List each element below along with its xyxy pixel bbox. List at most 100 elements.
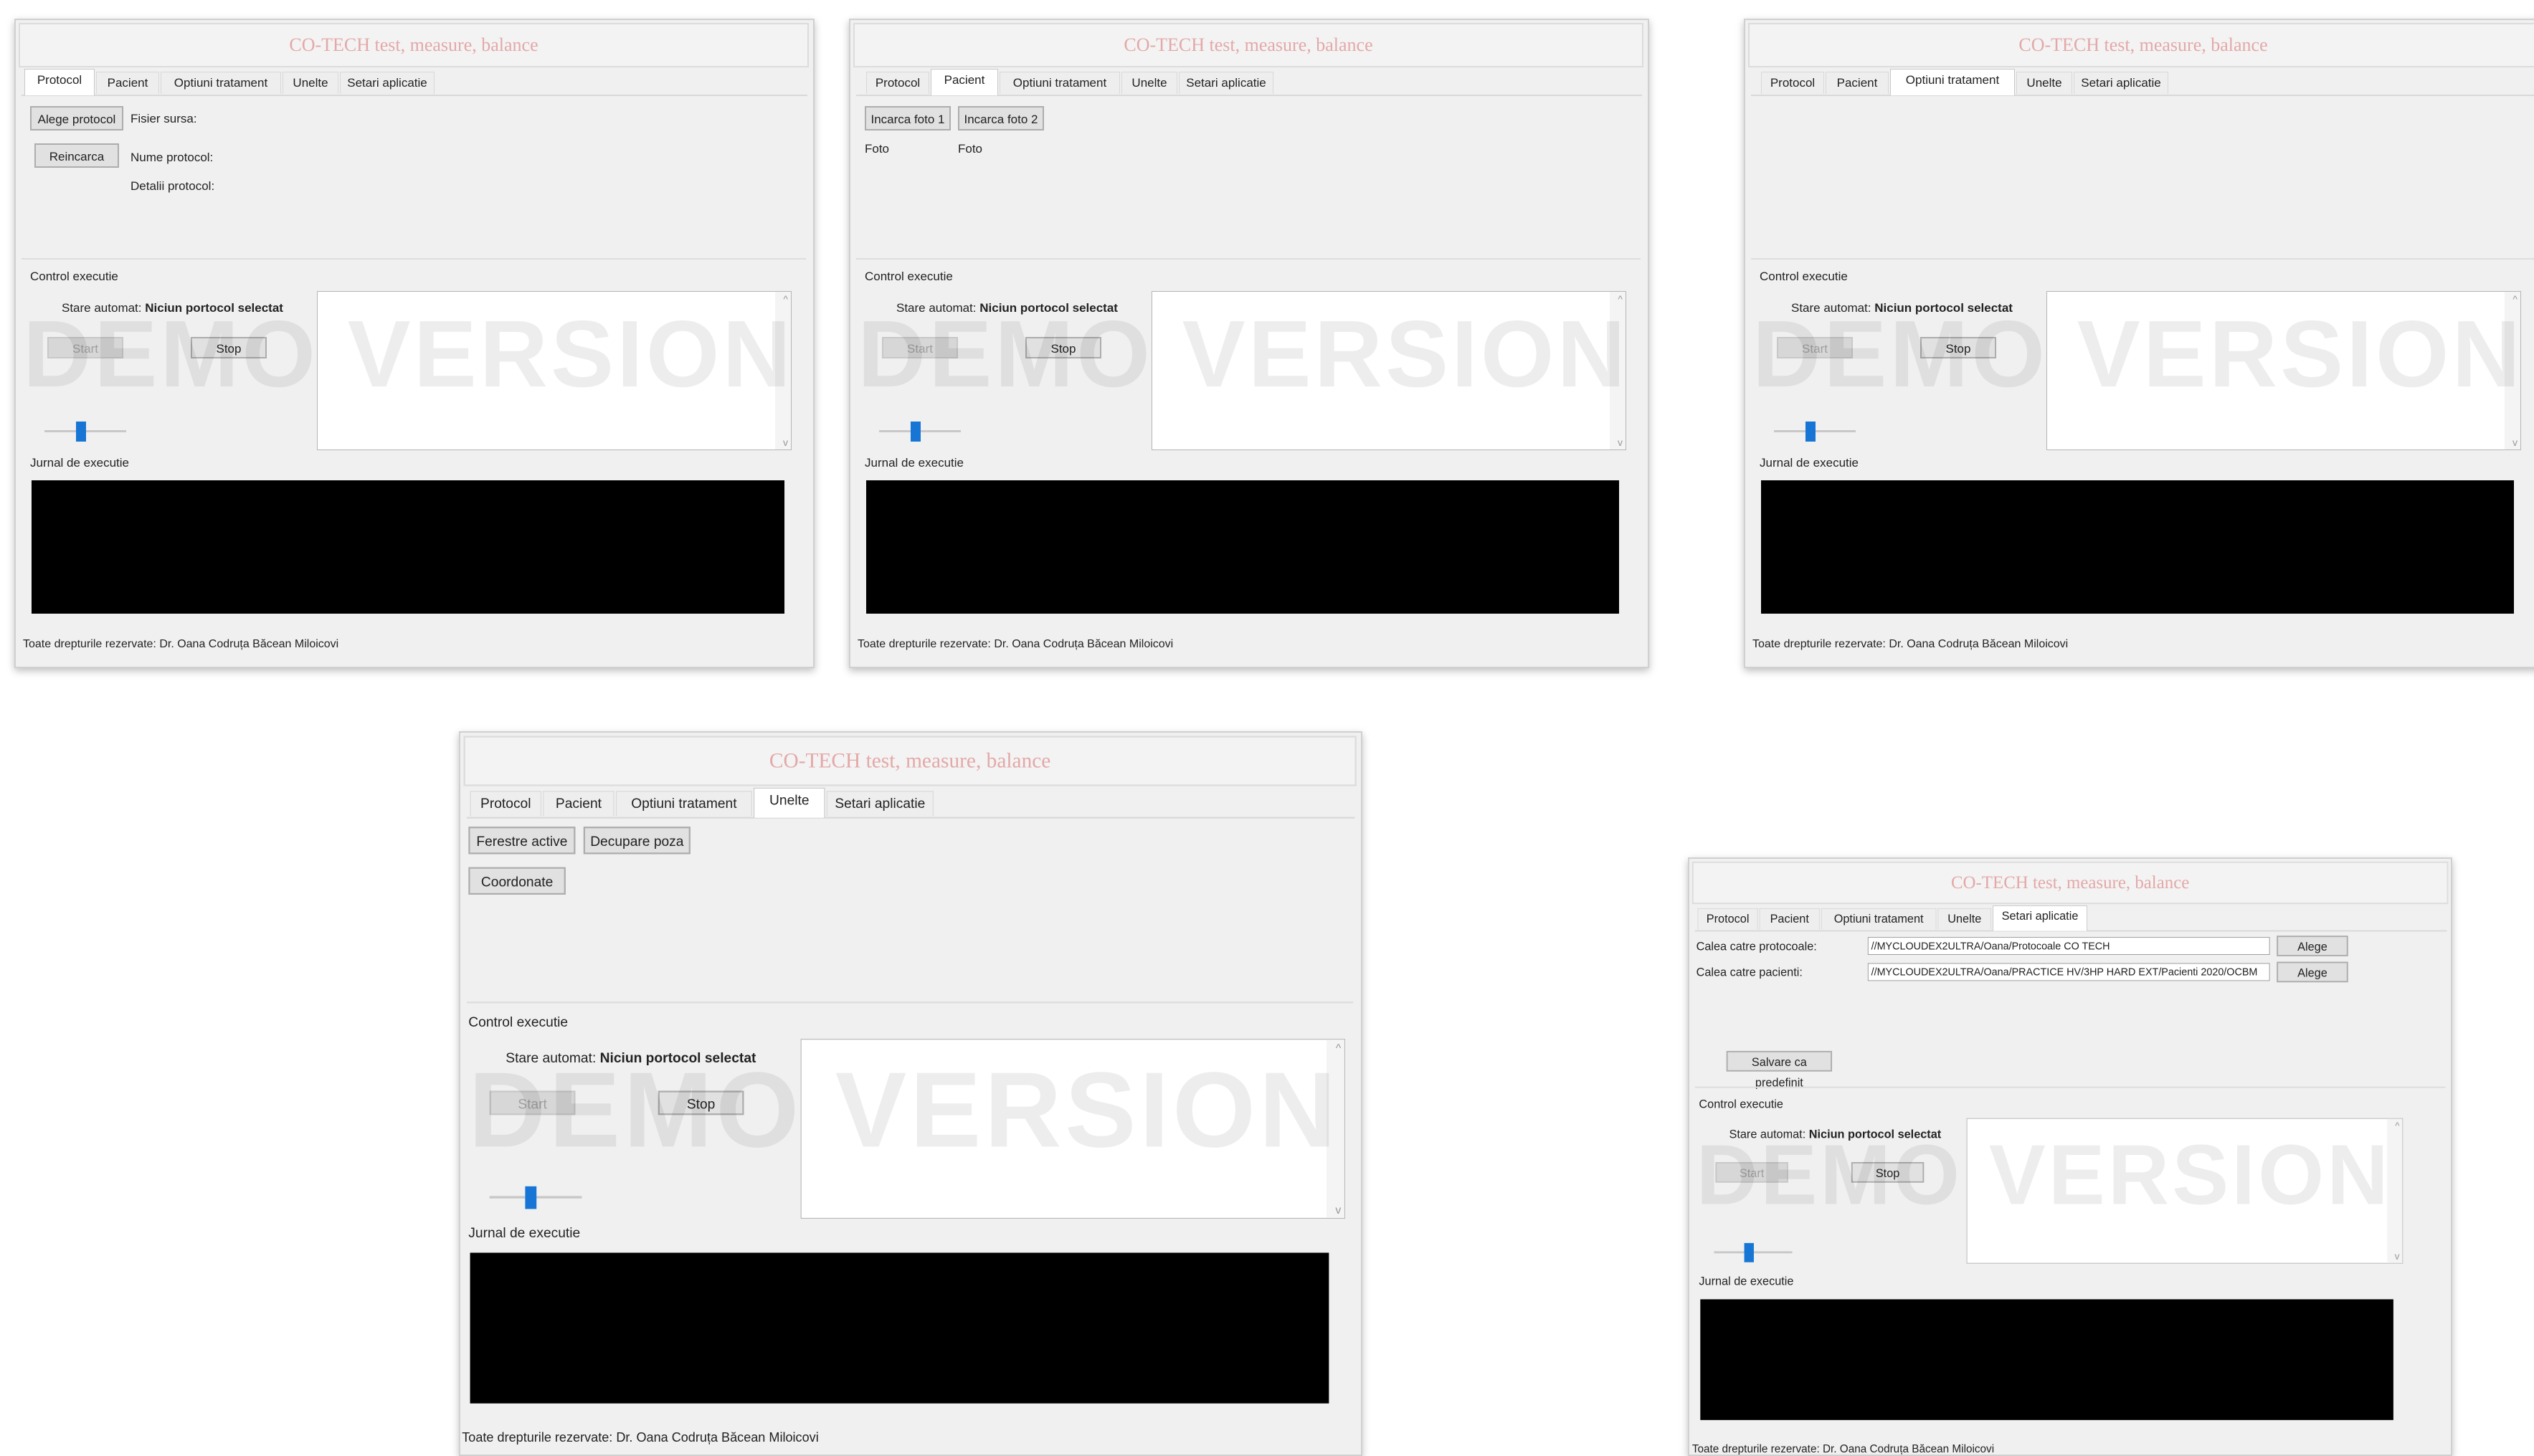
patients-path-input[interactable]: //MYCLOUDEX2ULTRA/Oana/PRACTICE HV/3HP H… xyxy=(1867,963,2270,981)
log-section-label: Jurnal de executie xyxy=(865,456,964,470)
crop-image-button[interactable]: Decupare poza xyxy=(583,827,691,855)
photo-2-label: Foto xyxy=(958,142,983,156)
execution-log xyxy=(1761,480,2514,614)
tab-setari-aplicatie[interactable]: Setari aplicatie xyxy=(2074,72,2168,94)
control-section-label: Control executie xyxy=(468,1014,569,1030)
patients-path-label: Calea catre pacienti: xyxy=(1696,966,1803,979)
load-photo-1-button[interactable]: Incarca foto 1 xyxy=(865,106,951,130)
tab-unelte[interactable]: Unelte xyxy=(283,72,338,94)
window-unelte: CO-TECH test, measure, balance Protocol … xyxy=(459,731,1362,1456)
tab-optiuni-tratament[interactable]: Optiuni tratament xyxy=(161,72,281,94)
log-section-label: Jurnal de executie xyxy=(1760,456,1859,470)
tab-setari-aplicatie[interactable]: Setari aplicatie xyxy=(1179,72,1273,94)
log-scrollbar[interactable] xyxy=(1620,480,1636,614)
protocol-name-label: Nume protocol: xyxy=(131,151,214,164)
log-section-label: Jurnal de executie xyxy=(468,1225,581,1241)
tab-optiuni-tratament[interactable]: Optiuni tratament xyxy=(1890,69,2015,95)
scroll-down-icon[interactable]: v xyxy=(1618,437,1623,448)
title-bar: CO-TECH test, measure, balance xyxy=(463,736,1357,786)
control-section-label: Control executie xyxy=(865,270,953,283)
speed-slider-thumb[interactable] xyxy=(911,422,921,442)
tab-setari-aplicatie[interactable]: Setari aplicatie xyxy=(826,791,934,817)
log-scrollbar[interactable] xyxy=(2394,1299,2410,1420)
coordinates-button[interactable]: Coordonate xyxy=(468,867,566,895)
control-section-label: Control executie xyxy=(1760,270,1848,283)
demo-watermark: DEMO VERSION xyxy=(468,1050,1339,1170)
protocol-details-label: Detalii protocol: xyxy=(131,179,215,193)
tab-pacient[interactable]: Pacient xyxy=(543,791,614,817)
tab-protocol[interactable]: Protocol xyxy=(1761,72,1824,94)
divider xyxy=(467,1001,1354,1004)
choose-protocol-button[interactable]: Alege protocol xyxy=(30,106,123,130)
tab-bar: Protocol Pacient Optiuni tratament Unelt… xyxy=(1694,905,2447,932)
protocols-path-label: Calea catre protocoale: xyxy=(1696,939,1817,953)
title-bar: CO-TECH test, measure, balance xyxy=(1691,861,2449,905)
active-windows-button[interactable]: Ferestre active xyxy=(468,827,576,855)
demo-watermark: DEMO VERSION xyxy=(1696,1128,2391,1223)
app-title: CO-TECH test, measure, balance xyxy=(2018,34,2268,55)
copyright-footer: Toate drepturile rezervate: Dr. Oana Cod… xyxy=(1752,638,2069,650)
log-scrollbar[interactable] xyxy=(1330,1252,1349,1404)
copyright-footer: Toate drepturile rezervate: Dr. Oana Cod… xyxy=(1691,1443,1995,1455)
scroll-down-icon[interactable]: v xyxy=(1335,1204,1341,1217)
tab-setari-aplicatie[interactable]: Setari aplicatie xyxy=(1992,905,2088,931)
log-section-label: Jurnal de executie xyxy=(1699,1274,1794,1288)
window-protocol: CO-TECH test, measure, balance Protocol … xyxy=(14,19,815,668)
tab-pacient[interactable]: Pacient xyxy=(1826,72,1889,94)
window-setari-aplicatie: CO-TECH test, measure, balance Protocol … xyxy=(1688,857,2452,1456)
scroll-up-icon[interactable]: ^ xyxy=(2395,1120,2399,1131)
scroll-down-icon[interactable]: v xyxy=(2395,1250,2400,1261)
title-bar: CO-TECH test, measure, balance xyxy=(853,23,1643,67)
tab-bar: Protocol Pacient Optiuni tratament Unelt… xyxy=(467,787,1355,819)
tab-pacient[interactable]: Pacient xyxy=(96,72,159,94)
tab-unelte[interactable]: Unelte xyxy=(1121,72,1177,94)
divider xyxy=(22,258,806,260)
tab-optiuni-tratament[interactable]: Optiuni tratament xyxy=(615,791,752,817)
demo-watermark: DEMO VERSION xyxy=(23,301,794,406)
control-section-label: Control executie xyxy=(30,270,118,283)
scroll-down-icon[interactable]: v xyxy=(2512,437,2518,448)
execution-log xyxy=(866,480,1619,614)
log-scrollbar[interactable] xyxy=(2515,480,2531,614)
tab-protocol[interactable]: Protocol xyxy=(470,791,541,817)
speed-slider-thumb[interactable] xyxy=(1805,422,1816,442)
choose-patients-path-button[interactable]: Alege xyxy=(2277,961,2348,983)
app-title: CO-TECH test, measure, balance xyxy=(1950,872,2190,893)
execution-log xyxy=(470,1252,1329,1404)
speed-slider-thumb[interactable] xyxy=(76,422,87,442)
title-bar: CO-TECH test, measure, balance xyxy=(1748,23,2534,67)
reload-button[interactable]: Reincarca xyxy=(34,143,119,168)
tab-unelte[interactable]: Unelte xyxy=(1937,908,1992,930)
tab-protocol[interactable]: Protocol xyxy=(1697,908,1758,930)
copyright-footer: Toate drepturile rezervate: Dr. Oana Cod… xyxy=(23,638,339,650)
scroll-down-icon[interactable]: v xyxy=(783,437,788,448)
choose-protocols-path-button[interactable]: Alege xyxy=(2277,936,2348,956)
app-title: CO-TECH test, measure, balance xyxy=(769,748,1051,773)
app-title: CO-TECH test, measure, balance xyxy=(289,34,538,55)
source-file-label: Fisier sursa: xyxy=(131,112,197,125)
save-default-button[interactable]: Salvare ca predefinit xyxy=(1726,1050,1833,1090)
divider xyxy=(1751,258,2534,260)
tab-pacient[interactable]: Pacient xyxy=(1759,908,1820,930)
tab-protocol[interactable]: Protocol xyxy=(866,72,929,94)
photo-1-label: Foto xyxy=(865,142,890,156)
demo-watermark: DEMO VERSION xyxy=(1752,301,2523,406)
tab-pacient[interactable]: Pacient xyxy=(931,69,998,95)
protocols-path-input[interactable]: //MYCLOUDEX2ULTRA/Oana/Protocoale CO TEC… xyxy=(1867,937,2270,955)
log-section-label: Jurnal de executie xyxy=(30,456,129,470)
tab-bar: Protocol Pacient Optiuni tratament Unelt… xyxy=(856,69,1642,96)
log-scrollbar[interactable] xyxy=(786,480,802,614)
title-bar: CO-TECH test, measure, balance xyxy=(19,23,809,67)
speed-slider-thumb[interactable] xyxy=(525,1186,537,1209)
tab-unelte[interactable]: Unelte xyxy=(754,787,825,818)
load-photo-2-button[interactable]: Incarca foto 2 xyxy=(958,106,1044,130)
tab-optiuni-tratament[interactable]: Optiuni tratament xyxy=(1821,908,1937,930)
speed-slider-thumb[interactable] xyxy=(1744,1242,1755,1262)
control-section-label: Control executie xyxy=(1699,1098,1783,1111)
tab-protocol[interactable]: Protocol xyxy=(24,69,95,95)
copyright-footer: Toate drepturile rezervate: Dr. Oana Cod… xyxy=(462,1431,819,1445)
tab-unelte[interactable]: Unelte xyxy=(2016,72,2072,94)
divider xyxy=(856,258,1641,260)
tab-setari-aplicatie[interactable]: Setari aplicatie xyxy=(340,72,435,94)
tab-optiuni-tratament[interactable]: Optiuni tratament xyxy=(1000,72,1120,94)
